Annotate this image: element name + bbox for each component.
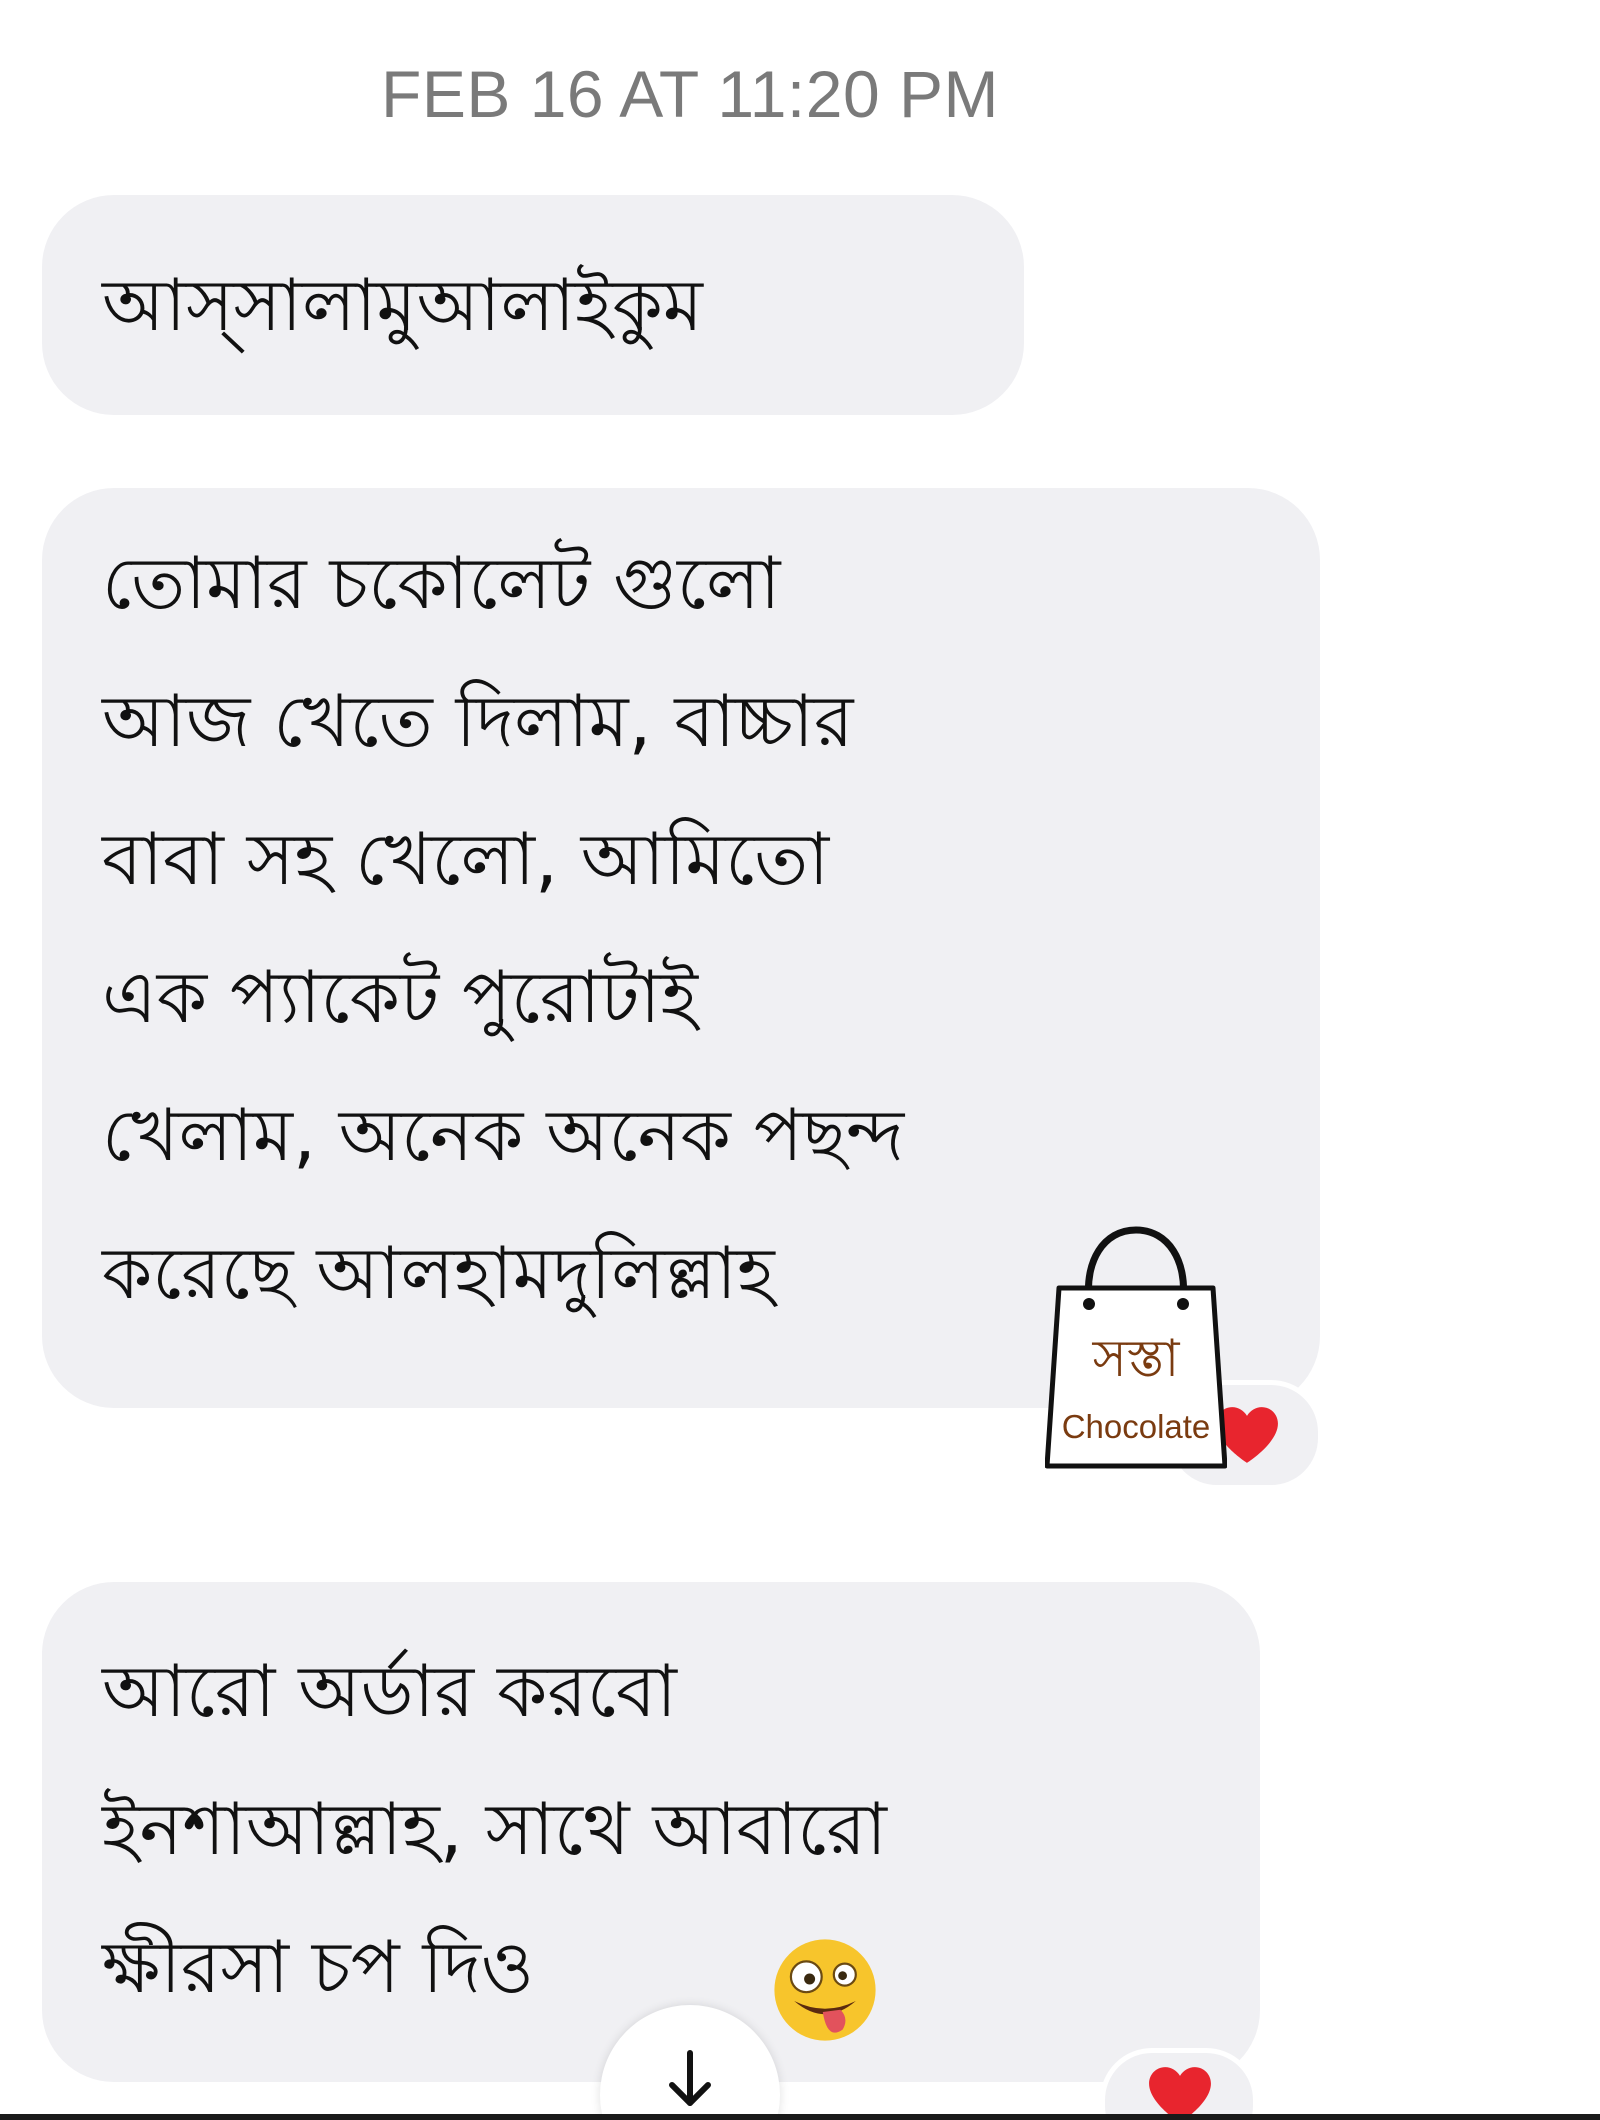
brand-watermark-logo: সস্তা Chocolate bbox=[1044, 1222, 1228, 1472]
message-text-line: বাবা সহ খেলো, আমিতো bbox=[102, 817, 830, 901]
message-reaction[interactable] bbox=[1100, 2048, 1258, 2120]
bottom-divider bbox=[0, 2114, 1600, 2120]
watermark-subtitle: Chocolate bbox=[1061, 1408, 1211, 1445]
message-text-line: আরো অর্ডার করবো bbox=[102, 1649, 677, 1733]
message-text-line: তোমার চকোলেট গুলো bbox=[102, 541, 781, 625]
zany-face-emoji-icon bbox=[774, 1939, 876, 2041]
message-text-line: আস্সালামুআলাইকুম bbox=[102, 263, 703, 347]
watermark-title: সস্তা bbox=[1092, 1329, 1180, 1389]
message-bubble-greeting[interactable]: আস্সালামুআলাইকুম bbox=[42, 195, 1024, 415]
heart-icon bbox=[1149, 2067, 1211, 2120]
arrow-down-icon bbox=[669, 2050, 711, 2106]
message-text-line: এক প্যাকেট পুরোটাই bbox=[102, 955, 698, 1039]
message-timestamp: FEB 16 AT 11:20 PM bbox=[381, 57, 999, 131]
message-bubble-order[interactable]: আরো অর্ডার করবো ইনশাআল্লাহ, সাথে আবারো ক… bbox=[42, 1582, 1260, 2082]
message-text-line: আজ খেতে দিলাম, বাচ্চার bbox=[102, 679, 854, 763]
message-text-line: ইনশাআল্লাহ, সাথে আবারো bbox=[102, 1787, 887, 1871]
message-text-line: খেলাম, অনেক অনেক পছন্দ bbox=[102, 1093, 905, 1177]
